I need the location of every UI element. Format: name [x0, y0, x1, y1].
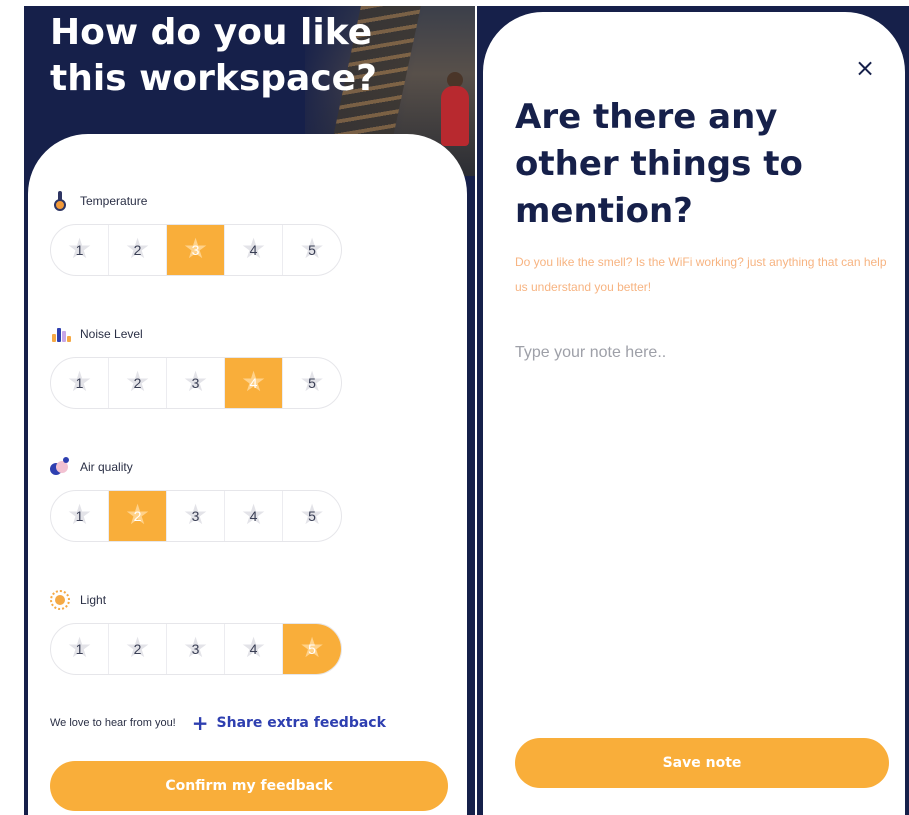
note-title: Are there any other things to mention? — [515, 97, 803, 231]
noise-level-icon — [50, 324, 71, 344]
category-label: Noise Level — [80, 327, 143, 341]
note-card: × Are there any other things to mention?… — [483, 12, 905, 815]
share-prompt: We love to hear from you! — [50, 717, 176, 729]
feedback-screen: How do you like this workspace? Temperat… — [24, 6, 475, 815]
rating-option-4[interactable]: ★ 4 — [225, 358, 283, 408]
rating-option-4[interactable]: ★ 4 — [225, 624, 283, 674]
category-label: Temperature — [80, 194, 148, 208]
rating-option-2[interactable]: ★ 2 — [109, 225, 167, 275]
note-hint: Do you like the smell? Is the WiFi worki… — [515, 255, 887, 294]
rating-option-5[interactable]: ★ 5 — [283, 491, 341, 541]
rating-option-3[interactable]: ★ 3 — [167, 358, 225, 408]
save-note-button[interactable]: Save note — [515, 738, 889, 788]
category-air-quality: Air quality ★ 1 ★ 2 ★ 3 ★ 4 ★ 5 — [50, 456, 342, 542]
rating-option-1[interactable]: ★ 1 — [51, 491, 109, 541]
note-input[interactable] — [515, 344, 875, 704]
rating-card: Temperature ★ 1 ★ 2 ★ 3 ★ 4 ★ 5 Noise Level — [28, 134, 467, 815]
sun-icon — [50, 590, 70, 610]
page-title: How do you like this workspace? — [50, 12, 377, 99]
rating-option-2[interactable]: ★ 2 — [109, 491, 167, 541]
share-link-label: Share extra feedback — [216, 715, 386, 731]
rating-option-3[interactable]: ★ 3 — [167, 491, 225, 541]
rating-option-1[interactable]: ★ 1 — [51, 225, 109, 275]
note-screen: × Are there any other things to mention?… — [477, 6, 909, 815]
rating-option-4[interactable]: ★ 4 — [225, 491, 283, 541]
category-label: Air quality — [80, 460, 133, 474]
category-noise-level: Noise Level ★ 1 ★ 2 ★ 3 ★ 4 ★ 5 — [50, 323, 342, 409]
category-temperature: Temperature ★ 1 ★ 2 ★ 3 ★ 4 ★ 5 — [50, 190, 342, 276]
thermometer-icon — [50, 191, 70, 211]
rating-option-1[interactable]: ★ 1 — [51, 358, 109, 408]
rating-option-2[interactable]: ★ 2 — [109, 358, 167, 408]
rating-scale-light: ★ 1 ★ 2 ★ 3 ★ 4 ★ 5 — [50, 623, 342, 675]
rating-option-5[interactable]: ★ 5 — [283, 624, 341, 674]
rating-option-3[interactable]: ★ 3 — [167, 624, 225, 674]
air-quality-icon — [50, 457, 70, 477]
rating-option-2[interactable]: ★ 2 — [109, 624, 167, 674]
category-light: Light ★ 1 ★ 2 ★ 3 ★ 4 ★ 5 — [50, 589, 342, 675]
share-extra-feedback-link[interactable]: + Share extra feedback — [192, 713, 386, 733]
rating-scale-noise-level: ★ 1 ★ 2 ★ 3 ★ 4 ★ 5 — [50, 357, 342, 409]
confirm-feedback-button[interactable]: Confirm my feedback — [50, 761, 448, 811]
rating-option-3[interactable]: ★ 3 — [167, 225, 225, 275]
share-feedback-row: We love to hear from you! + Share extra … — [50, 711, 460, 735]
rating-option-1[interactable]: ★ 1 — [51, 624, 109, 674]
category-label: Light — [80, 593, 107, 607]
rating-option-5[interactable]: ★ 5 — [283, 358, 341, 408]
plus-icon: + — [191, 711, 209, 735]
close-icon[interactable]: × — [853, 56, 877, 80]
rating-option-5[interactable]: ★ 5 — [283, 225, 341, 275]
rating-option-4[interactable]: ★ 4 — [225, 225, 283, 275]
rating-scale-air-quality: ★ 1 ★ 2 ★ 3 ★ 4 ★ 5 — [50, 490, 342, 542]
rating-scale-temperature: ★ 1 ★ 2 ★ 3 ★ 4 ★ 5 — [50, 224, 342, 276]
